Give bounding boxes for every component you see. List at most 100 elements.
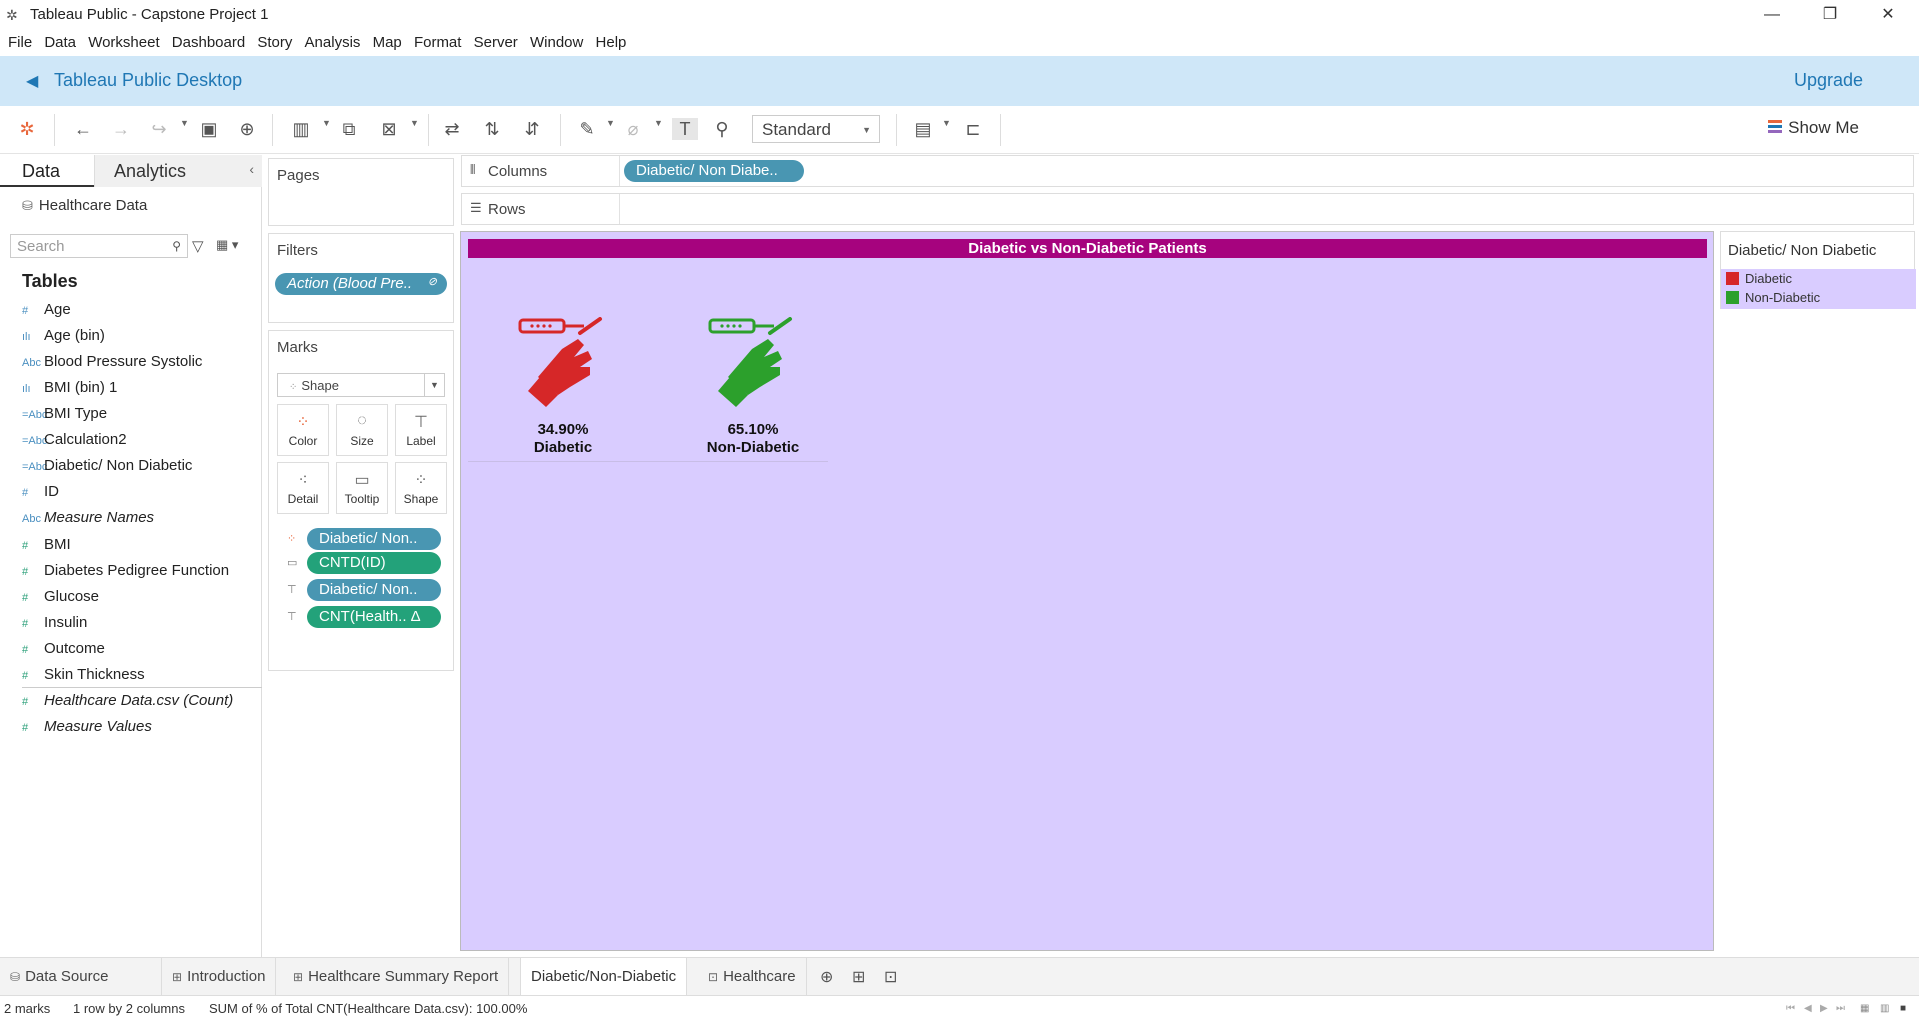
field-item[interactable]: =AbcDiabetic/ Non Diabetic <box>22 457 192 479</box>
undo-icon[interactable]: ← <box>72 118 94 140</box>
sort-descending-icon[interactable]: ⇵ <box>521 118 543 140</box>
chevron-down-icon[interactable]: ▼ <box>410 118 419 128</box>
minimize-button[interactable]: — <box>1743 0 1801 30</box>
field-item[interactable]: ılı BMI (bin) 1 <box>22 379 117 401</box>
sheet-sorter-icon[interactable]: ▦ <box>1860 1003 1869 1014</box>
next-sheet-icon[interactable]: ▶ <box>1820 1003 1828 1014</box>
color-legend[interactable]: Diabetic/ Non Diabetic Diabetic Non-Diab… <box>1720 231 1916 309</box>
filter-pill[interactable]: Action (Blood Pre.. ⊘ <box>275 273 447 295</box>
field-item[interactable]: # Glucose <box>22 588 99 610</box>
tab-diabetic-non-diabetic[interactable]: Diabetic/Non-Diabetic <box>520 958 688 995</box>
filters-shelf[interactable]: Filters Action (Blood Pre.. ⊘ <box>268 233 454 323</box>
field-item[interactable]: # Diabetes Pedigree Function <box>22 562 229 584</box>
filter-icon[interactable]: ▽ <box>192 237 204 255</box>
field-item[interactable]: # Age <box>22 301 71 323</box>
upgrade-link[interactable]: Upgrade <box>1794 70 1863 91</box>
field-item[interactable]: # Skin Thickness <box>22 666 145 688</box>
field-item[interactable]: Abc Measure Names <box>22 509 154 531</box>
marks-pill-label[interactable]: Diabetic/ Non.. <box>307 579 441 601</box>
field-item[interactable]: =AbcCalculation2 <box>22 431 127 453</box>
prev-sheet-icon[interactable]: ◀ <box>1804 1003 1812 1014</box>
menu-data[interactable]: Data <box>44 30 76 51</box>
sort-ascending-icon[interactable]: ⇅ <box>481 118 503 140</box>
menu-analysis[interactable]: Analysis <box>305 30 361 51</box>
columns-shelf[interactable]: ⫴ Columns Diabetic/ Non Diabe.. <box>461 155 1914 187</box>
tab-healthcare-summary-report[interactable]: ⊞ Healthcare Summary Report <box>283 958 510 995</box>
replay-icon[interactable]: ↪ <box>148 118 170 140</box>
menu-format[interactable]: Format <box>414 30 462 51</box>
size-button[interactable]: ◌ Size <box>336 404 388 456</box>
pages-shelf[interactable]: Pages <box>268 158 454 226</box>
tab-data-source[interactable]: ⛁ Data Source <box>0 958 162 995</box>
chevron-down-icon[interactable]: ▼ <box>654 118 663 128</box>
field-item[interactable]: # Measure Values <box>22 718 152 740</box>
swap-rows-columns-icon[interactable]: ⇄ <box>441 118 463 140</box>
first-sheet-icon[interactable]: ⏮ <box>1786 1003 1795 1014</box>
field-item[interactable]: Abc Blood Pressure Systolic <box>22 353 202 375</box>
last-sheet-icon[interactable]: ⏭ <box>1836 1003 1845 1014</box>
group-members-icon[interactable]: ⌀ <box>622 118 644 140</box>
viz-canvas[interactable]: Diabetic vs Non-Diabetic Patients 34.90%… <box>460 231 1714 951</box>
menu-worksheet[interactable]: Worksheet <box>88 30 159 51</box>
menu-help[interactable]: Help <box>596 30 627 51</box>
view-options-icon[interactable]: ▦ ▾ <box>216 237 238 253</box>
marks-pill-label-count[interactable]: CNT(Health.. Δ <box>307 606 441 628</box>
shape-mark-diabetic[interactable] <box>518 317 608 407</box>
field-item[interactable]: # BMI <box>22 536 71 558</box>
new-story-icon[interactable]: ⊡ <box>884 967 897 987</box>
field-item[interactable]: =AbcBMI Type <box>22 405 107 427</box>
detail-button[interactable]: ⁖ Detail <box>277 462 329 514</box>
field-item[interactable]: # Insulin <box>22 614 87 636</box>
tableau-start-icon[interactable]: ✲ <box>16 118 38 140</box>
mark-type-select[interactable]: ⁘ Shape ▼ <box>277 373 445 397</box>
pin-axes-icon[interactable]: ⚲ <box>711 118 733 140</box>
legend-item-non-diabetic[interactable]: Non-Diabetic <box>1726 290 1820 305</box>
fit-select[interactable]: Standard ▼ <box>752 115 880 143</box>
rows-shelf[interactable]: ☰ Rows <box>461 193 1914 225</box>
redo-icon[interactable]: → <box>110 118 132 140</box>
field-item[interactable]: ılı Age (bin) <box>22 327 105 349</box>
presentation-mode-icon[interactable]: ⊏ <box>962 118 984 140</box>
tab-healthcare[interactable]: ⊡ Healthcare <box>698 958 807 995</box>
new-worksheet-icon[interactable]: ▥ <box>290 118 312 140</box>
chevron-down-icon[interactable]: ▼ <box>606 118 615 128</box>
menu-map[interactable]: Map <box>373 30 402 51</box>
search-input[interactable]: Search ⚲ <box>10 234 188 258</box>
tab-analytics[interactable]: Analytics ‹ <box>94 155 262 187</box>
field-item[interactable]: # ID <box>22 483 59 505</box>
menu-story[interactable]: Story <box>257 30 292 51</box>
menu-server[interactable]: Server <box>474 30 518 51</box>
legend-item-diabetic[interactable]: Diabetic <box>1726 271 1792 286</box>
marks-pill-color[interactable]: Diabetic/ Non.. <box>307 528 441 550</box>
new-worksheet-icon[interactable]: ⊕ <box>820 967 833 987</box>
collapse-pane-icon[interactable]: ‹ <box>249 161 254 177</box>
clear-sheet-icon[interactable]: ⊠ <box>378 118 400 140</box>
tab-data[interactable]: Data <box>0 155 94 187</box>
duplicate-sheet-icon[interactable]: ⧉ <box>338 118 360 140</box>
menu-window[interactable]: Window <box>530 30 583 51</box>
show-me-button[interactable]: Show Me <box>1768 118 1859 138</box>
restore-button[interactable]: ❐ <box>1801 0 1859 30</box>
chevron-down-icon[interactable]: ▼ <box>942 118 951 128</box>
shape-mark-non-diabetic[interactable] <box>708 317 798 407</box>
tabs-view-icon[interactable]: ■ <box>1900 1003 1906 1014</box>
label-button[interactable]: ⊤ Label <box>395 404 447 456</box>
datasource-item[interactable]: ⛁ Healthcare Data <box>22 197 147 214</box>
tooltip-button[interactable]: ▭ Tooltip <box>336 462 388 514</box>
show-mark-labels-icon[interactable]: T <box>672 118 698 140</box>
highlight-icon[interactable]: ✎ <box>576 118 598 140</box>
show-cards-icon[interactable]: ▤ <box>912 118 934 140</box>
chevron-down-icon[interactable]: ▼ <box>322 118 331 128</box>
columns-pill[interactable]: Diabetic/ Non Diabe.. <box>624 160 804 182</box>
save-icon[interactable]: ▣ <box>198 118 220 140</box>
chevron-down-icon[interactable]: ▼ <box>180 118 189 128</box>
close-button[interactable]: ✕ <box>1859 0 1917 30</box>
menu-file[interactable]: File <box>8 30 32 51</box>
shape-button[interactable]: ⁘ Shape <box>395 462 447 514</box>
new-data-source-icon[interactable]: ⊕ <box>236 118 258 140</box>
tab-introduction[interactable]: ⊞ Introduction <box>162 958 277 995</box>
new-dashboard-icon[interactable]: ⊞ <box>852 967 865 987</box>
filmstrip-icon[interactable]: ▥ <box>1880 1003 1889 1014</box>
color-button[interactable]: ⁘ Color <box>277 404 329 456</box>
field-item[interactable]: # Outcome <box>22 640 105 662</box>
